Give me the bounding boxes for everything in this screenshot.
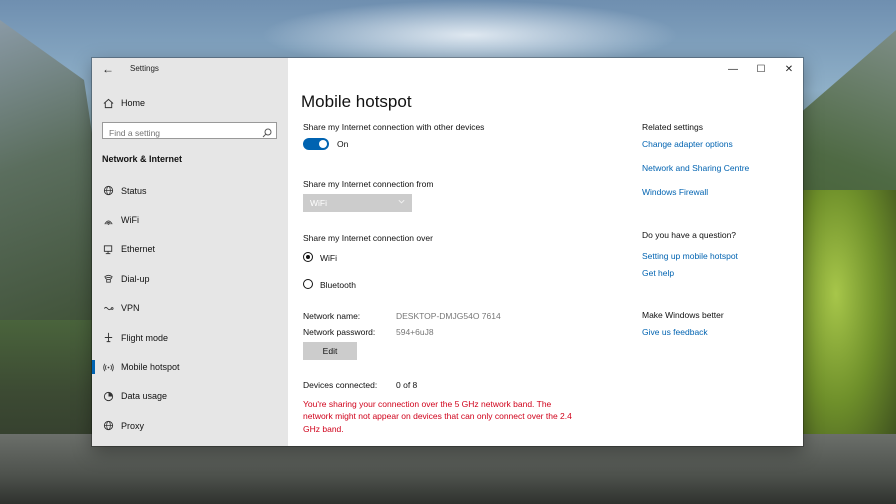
back-arrow-icon[interactable]: ← <box>101 62 115 76</box>
devices-connected-label: Devices connected: <box>303 380 378 390</box>
network-name-label: Network name: <box>303 311 361 321</box>
radio-selected-dot <box>306 255 310 259</box>
dialup-icon <box>102 273 114 285</box>
minimize-button[interactable]: — <box>719 58 747 80</box>
share-from-dropdown[interactable]: WiFi <box>303 194 412 212</box>
make-windows-better-header: Make Windows better <box>642 310 724 320</box>
settings-window: ← Settings Home Network & Internet Statu… <box>92 58 803 446</box>
sidebar-item-proxy[interactable]: Proxy <box>92 411 288 440</box>
nav-home-label: Home <box>121 98 146 108</box>
network-password-value: 594+6uJ8 <box>396 327 434 337</box>
data-usage-icon <box>102 390 114 402</box>
sidebar-item-label: Proxy <box>121 420 145 431</box>
sidebar-item-mobile-hotspot[interactable]: Mobile hotspot <box>92 352 288 381</box>
sidebar-item-vpn[interactable]: VPN <box>92 294 288 323</box>
sidebar-item-flight-mode[interactable]: Flight mode <box>92 323 288 352</box>
radio-wifi-label: WiFi <box>320 253 337 263</box>
ethernet-icon <box>102 243 114 255</box>
sidebar-item-wifi[interactable]: WiFi <box>92 205 288 234</box>
sidebar-item-label: Data usage <box>121 391 168 402</box>
window-controls: — ☐ ✕ <box>719 58 803 80</box>
network-name-value: DESKTOP-DMJG54O 7614 <box>396 311 501 321</box>
close-button[interactable]: ✕ <box>775 58 803 80</box>
link-change-adapter[interactable]: Change adapter options <box>642 139 733 149</box>
toggle-state-label: On <box>337 139 349 149</box>
band-warning-text: You're sharing your connection over the … <box>303 399 572 434</box>
share-over-label: Share my Internet connection over <box>303 233 433 243</box>
search-box[interactable] <box>102 122 277 141</box>
sidebar-item-dialup[interactable]: Dial-up <box>92 264 288 293</box>
share-from-value: WiFi <box>310 198 327 208</box>
radio-bluetooth[interactable] <box>303 279 313 289</box>
sidebar-item-label: Mobile hotspot <box>121 362 180 373</box>
home-icon <box>102 97 114 109</box>
sidebar-item-label: Ethernet <box>121 244 156 255</box>
toggle-knob <box>319 140 327 148</box>
search-input[interactable] <box>103 125 259 141</box>
sidebar-item-label: Flight mode <box>121 332 169 343</box>
search-icon[interactable] <box>262 125 272 138</box>
hotspot-icon <box>102 361 114 373</box>
radio-bluetooth-label: Bluetooth <box>320 280 356 290</box>
nav-home[interactable]: Home <box>102 96 145 110</box>
link-get-help[interactable]: Get help <box>642 268 674 278</box>
background-mossy-rock <box>796 190 896 450</box>
share-label: Share my Internet connection with other … <box>303 122 485 132</box>
page-title: Mobile hotspot <box>301 92 412 111</box>
sidebar-item-status[interactable]: Status <box>92 176 288 205</box>
sidebar-item-label: VPN <box>121 303 140 314</box>
vpn-icon <box>102 302 114 314</box>
question-header: Do you have a question? <box>642 230 737 240</box>
wifi-icon <box>102 214 114 226</box>
link-give-feedback[interactable]: Give us feedback <box>642 327 708 337</box>
link-network-sharing-centre[interactable]: Network and Sharing Centre <box>642 163 749 173</box>
link-windows-firewall[interactable]: Windows Firewall <box>642 187 708 197</box>
titlebar-left: ← Settings <box>92 58 288 80</box>
section-header: Network & Internet <box>102 154 183 164</box>
sidebar-item-data-usage[interactable]: Data usage <box>92 382 288 411</box>
related-settings-header: Related settings <box>642 122 703 132</box>
hotspot-toggle[interactable] <box>303 138 329 150</box>
edit-button[interactable]: Edit <box>303 342 357 360</box>
sidebar-item-label: WiFi <box>121 215 139 226</box>
sidebar-item-label: Dial-up <box>121 273 150 284</box>
proxy-globe-icon <box>102 420 114 432</box>
content-pane: — ☐ ✕ Mobile hotspot Share my Internet c… <box>288 58 803 446</box>
sidebar-item-ethernet[interactable]: Ethernet <box>92 235 288 264</box>
maximize-button[interactable]: ☐ <box>747 58 775 80</box>
network-password-label: Network password: <box>303 327 376 337</box>
devices-connected-value: 0 of 8 <box>396 380 418 390</box>
sidebar: ← Settings Home Network & Internet Statu… <box>92 58 288 446</box>
link-setting-up-hotspot[interactable]: Setting up mobile hotspot <box>642 251 738 261</box>
nav-list: Status WiFi Ethernet Dial-up VPN Flight … <box>92 176 288 441</box>
sidebar-item-label: Status <box>121 185 147 196</box>
app-title: Settings <box>130 64 159 73</box>
globe-icon <box>102 185 114 197</box>
airplane-icon <box>102 332 114 344</box>
radio-wifi[interactable] <box>303 252 313 262</box>
share-from-label: Share my Internet connection from <box>303 179 434 189</box>
chevron-down-icon <box>397 197 406 208</box>
